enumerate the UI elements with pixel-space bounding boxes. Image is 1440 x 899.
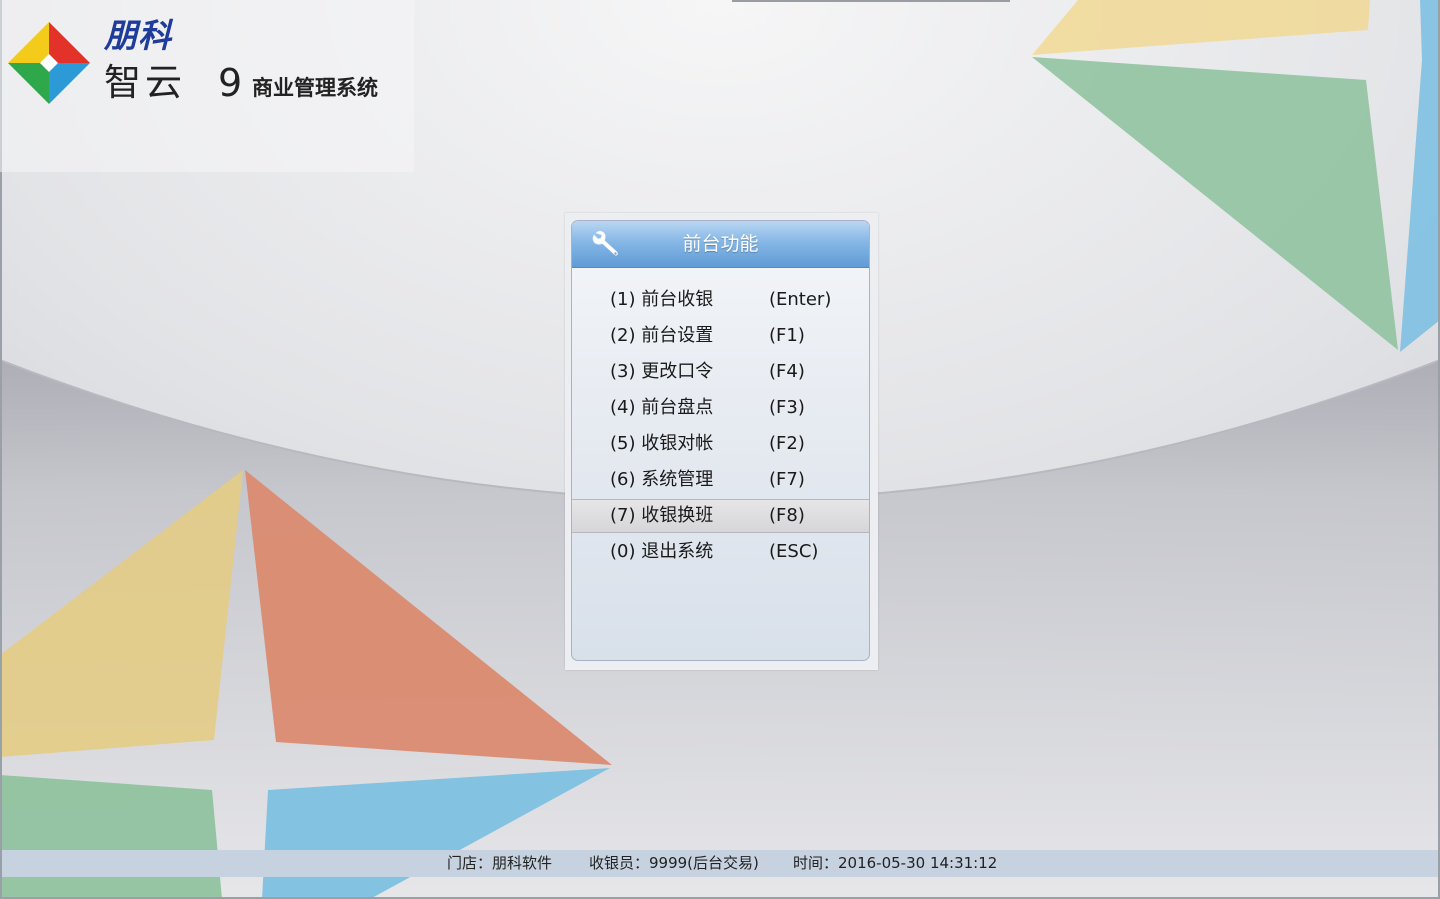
menu-item-label: (6) 系统管理 <box>610 469 714 490</box>
menu-panel: 前台功能 (1) 前台收银 (Enter) (2) 前台设置 (F1) (3) … <box>571 220 870 661</box>
menu-header: 前台功能 <box>572 221 869 268</box>
menu-item-shortcut: (F3) <box>769 397 805 418</box>
menu-item-label: (4) 前台盘点 <box>610 397 714 418</box>
logo-subtitle: 商业管理系统 <box>252 76 378 100</box>
logo-product-name: 智云 <box>104 61 186 104</box>
menu-item-shift-change[interactable]: (7) 收银换班 (F8) <box>572 499 869 533</box>
menu-item-system-admin[interactable]: (6) 系统管理 (F7) <box>572 462 869 498</box>
menu-item-reconcile[interactable]: (5) 收银对帐 (F2) <box>572 426 869 462</box>
menu-item-exit[interactable]: (0) 退出系统 (ESC) <box>572 534 869 570</box>
status-cashier: 收银员：9999(后台交易) <box>589 854 759 872</box>
logo-version: 9 <box>218 61 243 105</box>
menu-item-change-password[interactable]: (3) 更改口令 (F4) <box>572 354 869 390</box>
top-window-edge <box>732 0 1010 2</box>
logo-company-name: 朋科 <box>104 16 172 55</box>
logo-area: 朋科 智云 9 商业管理系统 <box>0 0 414 172</box>
menu-item-shortcut: (Enter) <box>769 289 832 310</box>
menu-item-label: (0) 退出系统 <box>610 541 714 562</box>
menu-item-label: (2) 前台设置 <box>610 325 714 346</box>
menu-item-shortcut: (F8) <box>769 505 805 526</box>
front-desk-menu-dialog: 前台功能 (1) 前台收银 (Enter) (2) 前台设置 (F1) (3) … <box>565 213 878 670</box>
menu-item-label: (7) 收银换班 <box>610 505 714 526</box>
menu-item-shortcut: (ESC) <box>769 541 819 562</box>
menu-item-checkout[interactable]: (1) 前台收银 (Enter) <box>572 282 869 318</box>
menu-item-settings[interactable]: (2) 前台设置 (F1) <box>572 318 869 354</box>
menu-item-shortcut: (F7) <box>769 469 805 490</box>
menu-item-shortcut: (F2) <box>769 433 805 454</box>
menu-item-shortcut: (F4) <box>769 361 805 382</box>
company-logo-icon <box>8 22 90 104</box>
status-time: 时间：2016-05-30 14:31:12 <box>793 854 998 872</box>
menu-item-inventory[interactable]: (4) 前台盘点 (F3) <box>572 390 869 426</box>
menu-item-label: (1) 前台收银 <box>610 289 714 310</box>
star-green-bottomleft <box>0 775 222 899</box>
menu-list: (1) 前台收银 (Enter) (2) 前台设置 (F1) (3) 更改口令 … <box>572 282 869 570</box>
desktop-screen: 朋科 智云 9 商业管理系统 前台功能 (1) 前台收银 (Enter) (2)… <box>0 0 1440 899</box>
status-store: 门店：朋科软件 <box>447 854 553 872</box>
menu-item-label: (3) 更改口令 <box>610 361 714 382</box>
menu-item-shortcut: (F1) <box>769 325 805 346</box>
menu-item-label: (5) 收银对帐 <box>610 433 714 454</box>
menu-title: 前台功能 <box>682 233 759 255</box>
status-bar: 门店：朋科软件 收银员：9999(后台交易) 时间：2016-05-30 14:… <box>2 850 1438 877</box>
